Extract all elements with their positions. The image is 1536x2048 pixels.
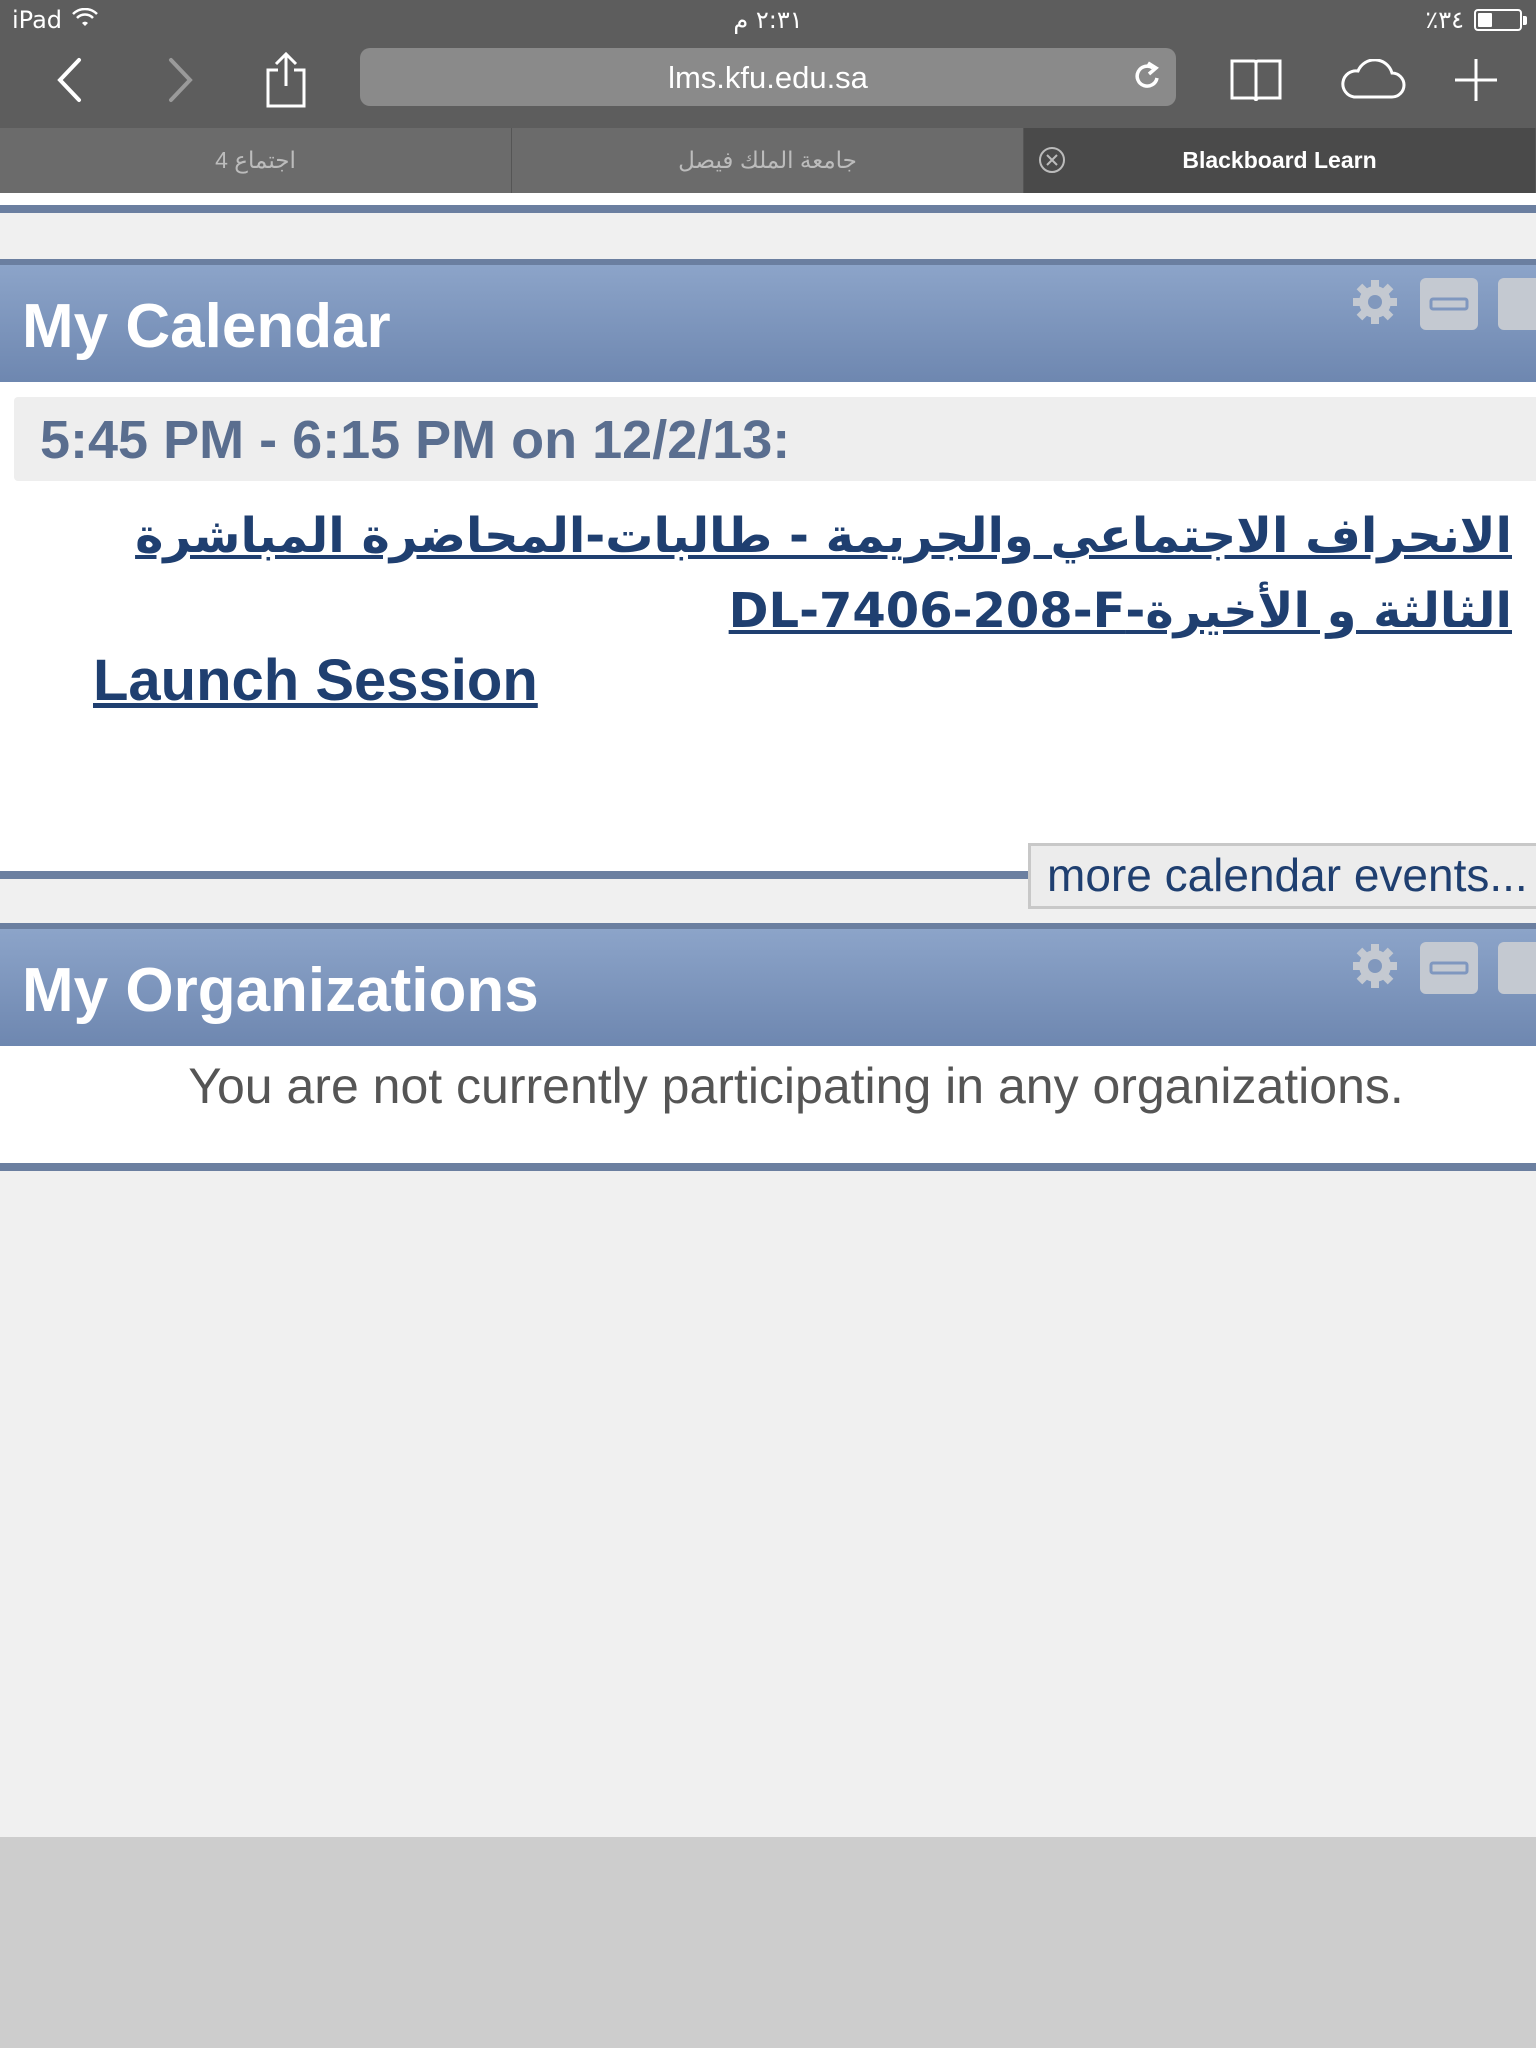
module-tools [1350,277,1536,331]
tab-blackboard[interactable]: Blackboard Learn [1024,128,1536,193]
minimize-icon [1429,297,1469,311]
url-bar[interactable]: lms.kfu.edu.sa [360,48,1176,106]
battery-icon [1474,9,1527,31]
minimize-icon [1429,961,1469,975]
launch-session-link[interactable]: Launch Session [93,647,538,714]
tab-strip: اجتماع 4 جامعة الملك فيصل Blackboard Lea… [0,128,1536,193]
browser-chrome: iPad ٢:٣١ م ٪٣٤ lms.kfu.edu.sa اجتماع 4 … [0,0,1536,193]
calendar-title: My Calendar [22,292,391,361]
top-divider [0,205,1536,213]
close-icon[interactable] [1038,146,1066,180]
icloud-tabs-button[interactable] [1338,48,1406,112]
tab-label: Blackboard Learn [1182,147,1377,173]
status-time: ٢:٣١ م [733,6,803,34]
organizations-title: My Organizations [22,956,539,1025]
calendar-header: My Calendar [0,259,1536,382]
tab-kfu[interactable]: جامعة الملك فيصل [512,128,1024,193]
browser-toolbar: lms.kfu.edu.sa [0,42,1536,128]
organizations-module: My Organizations You are not currently p… [0,923,1536,1171]
back-button[interactable] [38,48,102,112]
more-calendar-events-button[interactable]: more calendar events... [1028,843,1536,909]
book-icon [1230,59,1282,102]
organizations-empty-message: You are not currently participating in a… [188,1058,1404,1114]
chevron-left-icon [57,58,81,102]
forward-button[interactable] [148,48,212,112]
minimize-button[interactable] [1420,278,1478,330]
module-tools [1350,941,1536,995]
organizations-header: My Organizations [0,923,1536,1046]
close-module-button[interactable] [1498,278,1536,330]
status-bar: iPad ٢:٣١ م ٪٣٤ [0,0,1536,42]
close-module-button[interactable] [1498,942,1536,994]
bookmarks-button[interactable] [1224,48,1288,112]
chevron-right-icon [169,58,193,102]
minimize-button[interactable] [1420,942,1478,994]
share-icon [266,52,306,108]
cloud-icon [1341,59,1406,99]
gear-icon[interactable] [1350,941,1400,995]
tab-label: اجتماع 4 [215,147,296,173]
tab-label: جامعة الملك فيصل [678,147,857,173]
status-right: ٪٣٤ [1425,6,1527,34]
battery-level [1478,13,1492,27]
page-content: My Calendar 5:45 PM - 6:15 PM on 12/2/13… [0,193,1536,1837]
bottom-area [0,1837,1536,2048]
gear-icon[interactable] [1350,277,1400,331]
top-white-strip [0,193,1536,205]
reload-icon[interactable] [1132,61,1162,97]
event-date-row: 5:45 PM - 6:15 PM on 12/2/13: [14,397,1536,481]
new-tab-button[interactable] [1444,48,1508,112]
url-text: lms.kfu.edu.sa [668,60,868,95]
event-date: 5:45 PM - 6:15 PM on 12/2/13: [40,410,791,470]
tab-meeting[interactable]: اجتماع 4 [0,128,512,193]
calendar-module: My Calendar 5:45 PM - 6:15 PM on 12/2/13… [0,259,1536,909]
share-button[interactable] [254,48,318,112]
battery-percent: ٪٣٤ [1425,6,1464,34]
plus-icon [1455,59,1497,101]
event-link[interactable]: الانحراف الاجتماعي والجريمة - طالبات-الم… [92,499,1512,649]
